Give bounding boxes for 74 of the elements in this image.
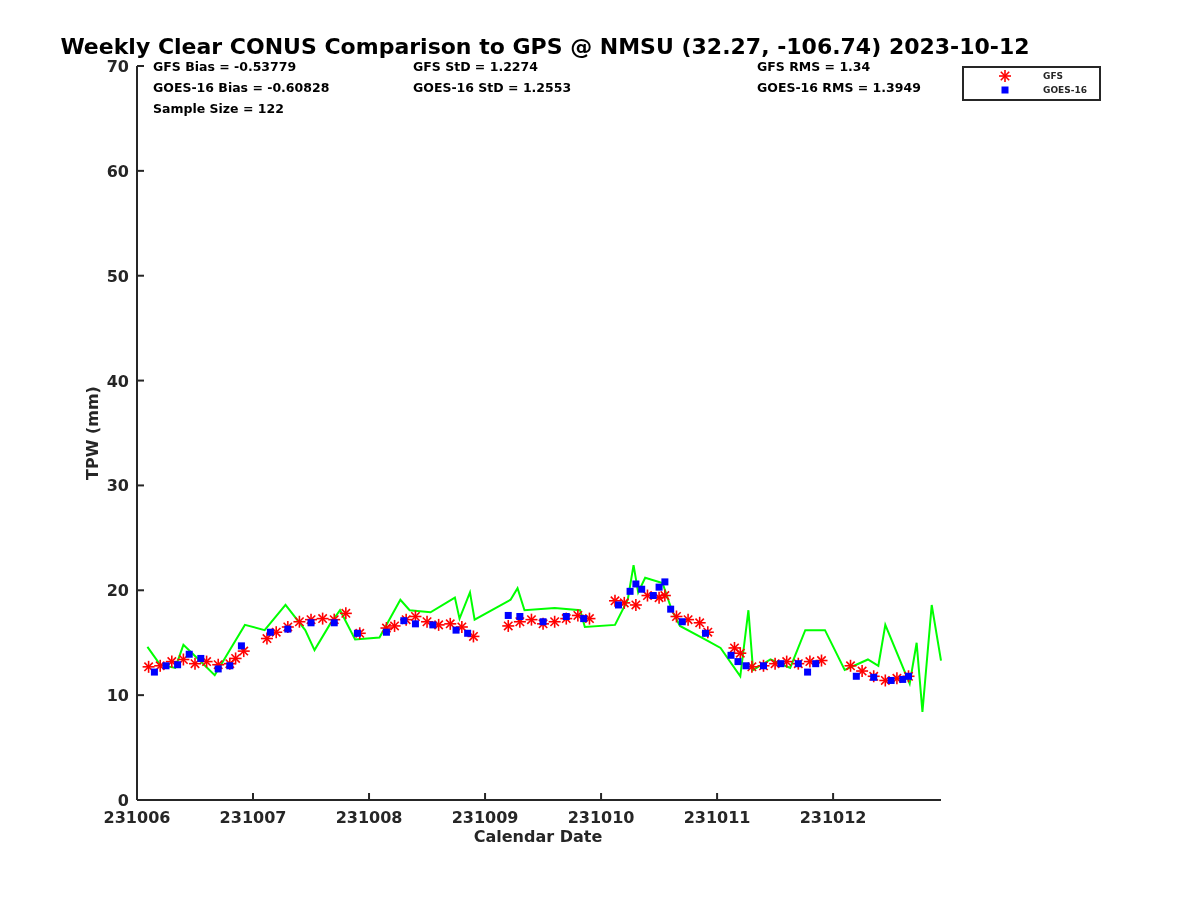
x-tick-label: 231006 — [103, 808, 171, 827]
statistic-text: GFS RMS = 1.34 — [757, 59, 871, 74]
asterisk-marker — [339, 606, 353, 621]
square-marker — [760, 662, 767, 670]
square-marker — [870, 673, 878, 681]
y-tick-label: 60 — [106, 161, 129, 181]
square-marker — [411, 620, 419, 628]
square-marker — [887, 676, 895, 684]
x-tick-label: 231009 — [451, 808, 519, 827]
square-marker — [429, 621, 437, 629]
square-marker — [197, 654, 205, 662]
legend-label: GOES-16 — [1043, 85, 1087, 95]
square-marker — [330, 619, 338, 627]
x-axis-label: Calendar Date — [473, 827, 603, 846]
asterisk-marker — [692, 616, 707, 630]
x-tick-label: 231007 — [219, 808, 287, 827]
square-marker — [562, 613, 570, 620]
square-marker — [777, 660, 785, 668]
statistic-text: GFS Bias = -0.53779 — [153, 59, 297, 74]
legend-square-icon — [1001, 86, 1009, 94]
x-tick-label: 231010 — [567, 808, 635, 827]
square-marker — [307, 619, 315, 627]
y-tick-label: 50 — [106, 266, 129, 286]
y-axis-label: TPW (mm) — [83, 386, 102, 480]
asterisk-marker — [547, 614, 562, 629]
square-marker — [678, 618, 686, 626]
y-tick-label: 40 — [106, 371, 129, 391]
square-marker — [382, 628, 390, 636]
asterisk-marker — [629, 598, 643, 612]
square-marker — [516, 613, 524, 620]
square-marker — [504, 611, 512, 619]
statistic-text: GFS StD = 1.2274 — [413, 59, 538, 74]
square-marker — [284, 625, 292, 633]
chart-title: Weekly Clear CONUS Comparison to GPS @ NMSU (32.27, -106.74) 2023-10-12 — [60, 34, 1030, 59]
asterisk-marker — [501, 619, 516, 633]
statistic-text: GOES-16 StD = 1.2553 — [413, 80, 572, 95]
square-marker — [614, 601, 622, 609]
y-tick-label: 0 — [117, 791, 129, 810]
square-marker — [226, 662, 234, 670]
square-marker — [266, 628, 274, 636]
square-marker — [702, 629, 709, 637]
statistic-text: Sample Size = 122 — [153, 101, 284, 116]
y-tick-label: 20 — [106, 581, 129, 601]
square-marker — [400, 617, 408, 625]
square-marker — [185, 650, 193, 658]
asterisk-marker — [843, 659, 858, 673]
asterisk-marker — [855, 664, 869, 678]
legend-asterisk-icon — [998, 69, 1012, 83]
square-marker — [174, 661, 182, 669]
square-marker — [794, 660, 802, 668]
square-marker — [162, 662, 170, 670]
square-marker — [150, 668, 158, 676]
x-tick-label: 231012 — [799, 808, 867, 827]
asterisk-marker — [315, 611, 330, 626]
square-marker — [214, 665, 222, 673]
asterisk-marker — [524, 612, 539, 627]
asterisk-marker — [443, 617, 458, 631]
square-marker — [539, 618, 547, 626]
square-marker — [353, 629, 361, 637]
statistic-text: GOES-16 Bias = -0.60828 — [153, 80, 330, 95]
asterisk-marker — [292, 614, 307, 629]
x-tick-label: 231011 — [683, 808, 751, 827]
square-marker — [237, 642, 245, 650]
square-marker — [580, 615, 588, 623]
square-marker — [464, 629, 472, 637]
y-tick-label: 30 — [106, 476, 129, 496]
square-marker — [852, 672, 860, 680]
square-marker — [667, 605, 675, 613]
legend-label: GFS — [1043, 71, 1064, 81]
y-tick-label: 70 — [106, 57, 129, 76]
square-marker — [452, 626, 460, 634]
y-tick-label: 10 — [106, 686, 129, 706]
x-tick-label: 231008 — [335, 808, 403, 827]
statistic-text: GOES-16 RMS = 1.3949 — [757, 80, 921, 95]
